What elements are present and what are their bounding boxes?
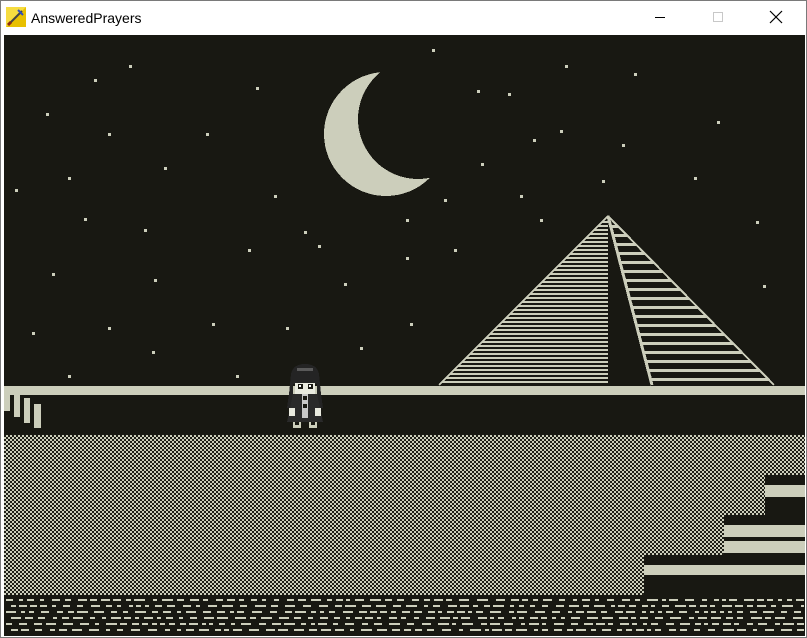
- minimize-icon: [655, 17, 665, 18]
- app-sword-icon: [6, 7, 26, 27]
- game-viewport[interactable]: [4, 35, 805, 636]
- close-icon: [769, 10, 783, 24]
- minimize-button[interactable]: [637, 1, 683, 33]
- window-title: AnsweredPrayers: [31, 10, 142, 26]
- game-scene: [4, 35, 805, 636]
- title-bar[interactable]: AnsweredPrayers: [1, 1, 806, 33]
- maximize-button[interactable]: [695, 1, 741, 33]
- maximize-icon: [713, 12, 723, 22]
- horizon-line: [4, 386, 805, 395]
- app-window: AnsweredPrayers: [0, 0, 807, 638]
- close-button[interactable]: [753, 1, 799, 33]
- player-character[interactable]: [287, 364, 323, 428]
